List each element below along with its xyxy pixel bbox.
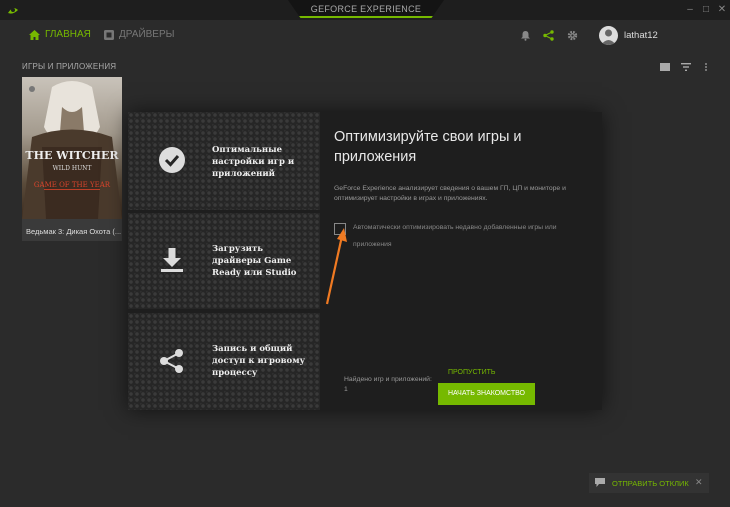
user-icon: [601, 29, 616, 45]
username[interactable]: lathat12: [624, 30, 658, 41]
skip-button[interactable]: ПРОПУСТИТЬ: [448, 369, 495, 376]
found-label: Найдено игр и приложений:: [344, 376, 432, 383]
feature-share: Запись и общий доступ к игровому процесс…: [128, 313, 320, 410]
feature-share-text: Запись и общий доступ к игровому процесс…: [212, 344, 306, 378]
title-bar: GEFORCE EXPERIENCE – □ ✕: [0, 0, 730, 20]
start-tour-button[interactable]: НАЧАТЬ ЗНАКОМСТВО: [438, 383, 535, 405]
maximize-icon[interactable]: □: [700, 4, 712, 16]
section-title: ИГРЫ И ПРИЛОЖЕНИЯ: [22, 62, 117, 71]
nvidia-logo-icon: [8, 8, 18, 14]
feature-drivers: Загрузить драйверы Game Ready или Studio: [128, 213, 320, 309]
checkmark-icon: [159, 147, 185, 173]
annotation-arrow: [325, 228, 347, 305]
title-tab: GEFORCE EXPERIENCE: [288, 0, 444, 18]
auto-optimize-label[interactable]: Автоматически оптимизировать недавно доб…: [353, 219, 593, 253]
close-icon[interactable]: ✕: [716, 4, 728, 16]
nav-bar: ГЛАВНАЯ ДРАЙВЕРЫ lathat12: [0, 20, 730, 52]
found-count: Найдено игр и приложений: 1: [344, 375, 442, 394]
tab-drivers[interactable]: ДРАЙВЕРЫ: [104, 29, 175, 40]
modal-content: Оптимизируйте свои игры и приложения GeF…: [320, 112, 602, 410]
avatar[interactable]: [599, 26, 618, 45]
share-icon: [160, 349, 183, 373]
tab-home[interactable]: ГЛАВНАЯ: [29, 29, 91, 40]
close-icon[interactable]: ✕: [695, 477, 703, 488]
tab-drivers-label: ДРАЙВЕРЫ: [119, 29, 175, 40]
modal-heading: Оптимизируйте свои игры и приложения: [334, 129, 522, 165]
download-icon: [161, 248, 183, 272]
feature-optimize-text: Оптимальные настройки игр и приложений: [212, 145, 295, 179]
cover-subtitle: WILD HUNT: [53, 165, 92, 172]
game-cover-art: THE WITCHER WILD HUNT GAME OF THE YEAR: [22, 81, 122, 219]
home-icon: [29, 29, 40, 40]
feature-drivers-text: Загрузить драйверы Game Ready или Studio: [212, 244, 297, 278]
feature-optimize: Оптимальные настройки игр и приложений: [128, 112, 320, 210]
welcome-modal: Оптимальные настройки игр и приложений З…: [128, 112, 602, 410]
gear-icon[interactable]: [567, 30, 578, 41]
tab-home-label: ГЛАВНАЯ: [45, 29, 91, 40]
feedback-label[interactable]: ОТПРАВИТЬ ОТКЛИК: [612, 479, 689, 488]
found-value: 1: [344, 385, 348, 393]
game-name: Ведьмак 3: Дикая Охота (...: [26, 227, 122, 236]
chat-icon: [595, 478, 605, 487]
filter-icon[interactable]: [681, 63, 691, 71]
cover-edition: GAME OF THE YEAR: [34, 181, 111, 189]
driver-icon: [104, 29, 114, 40]
app-title: GEFORCE EXPERIENCE: [310, 4, 422, 14]
modal-description: GeForce Experience анализирует сведения …: [334, 185, 566, 202]
minimize-icon[interactable]: –: [684, 4, 696, 16]
grid-view-icon[interactable]: [660, 63, 670, 71]
more-icon[interactable]: [704, 63, 708, 71]
feedback-bar[interactable]: ОТПРАВИТЬ ОТКЛИК ✕: [589, 473, 709, 493]
bell-icon[interactable]: [520, 30, 531, 41]
game-cover: THE WITCHER WILD HUNT GAME OF THE YEAR: [22, 77, 122, 219]
cover-title: THE WITCHER: [25, 149, 119, 162]
game-card[interactable]: THE WITCHER WILD HUNT GAME OF THE YEAR В…: [22, 77, 122, 241]
share-icon[interactable]: [543, 30, 554, 41]
